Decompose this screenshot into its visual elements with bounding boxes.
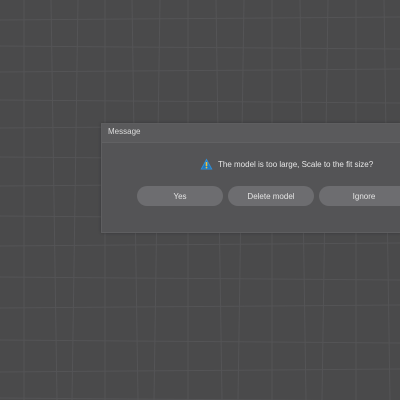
dialog-title: Message <box>108 127 141 136</box>
yes-button[interactable]: Yes <box>137 186 223 206</box>
message-row: The model is too large, Scale to the fit… <box>200 157 373 171</box>
delete-model-button[interactable]: Delete model <box>228 186 314 206</box>
warning-icon <box>200 158 213 170</box>
dialog-message: The model is too large, Scale to the fit… <box>218 159 374 169</box>
ignore-button[interactable]: Ignore <box>319 186 400 206</box>
message-dialog: Message The model is too large, Scale to… <box>101 123 400 233</box>
3d-viewport[interactable]: Message The model is too large, Scale to… <box>0 0 400 400</box>
dialog-titlebar[interactable]: Message <box>102 124 400 143</box>
